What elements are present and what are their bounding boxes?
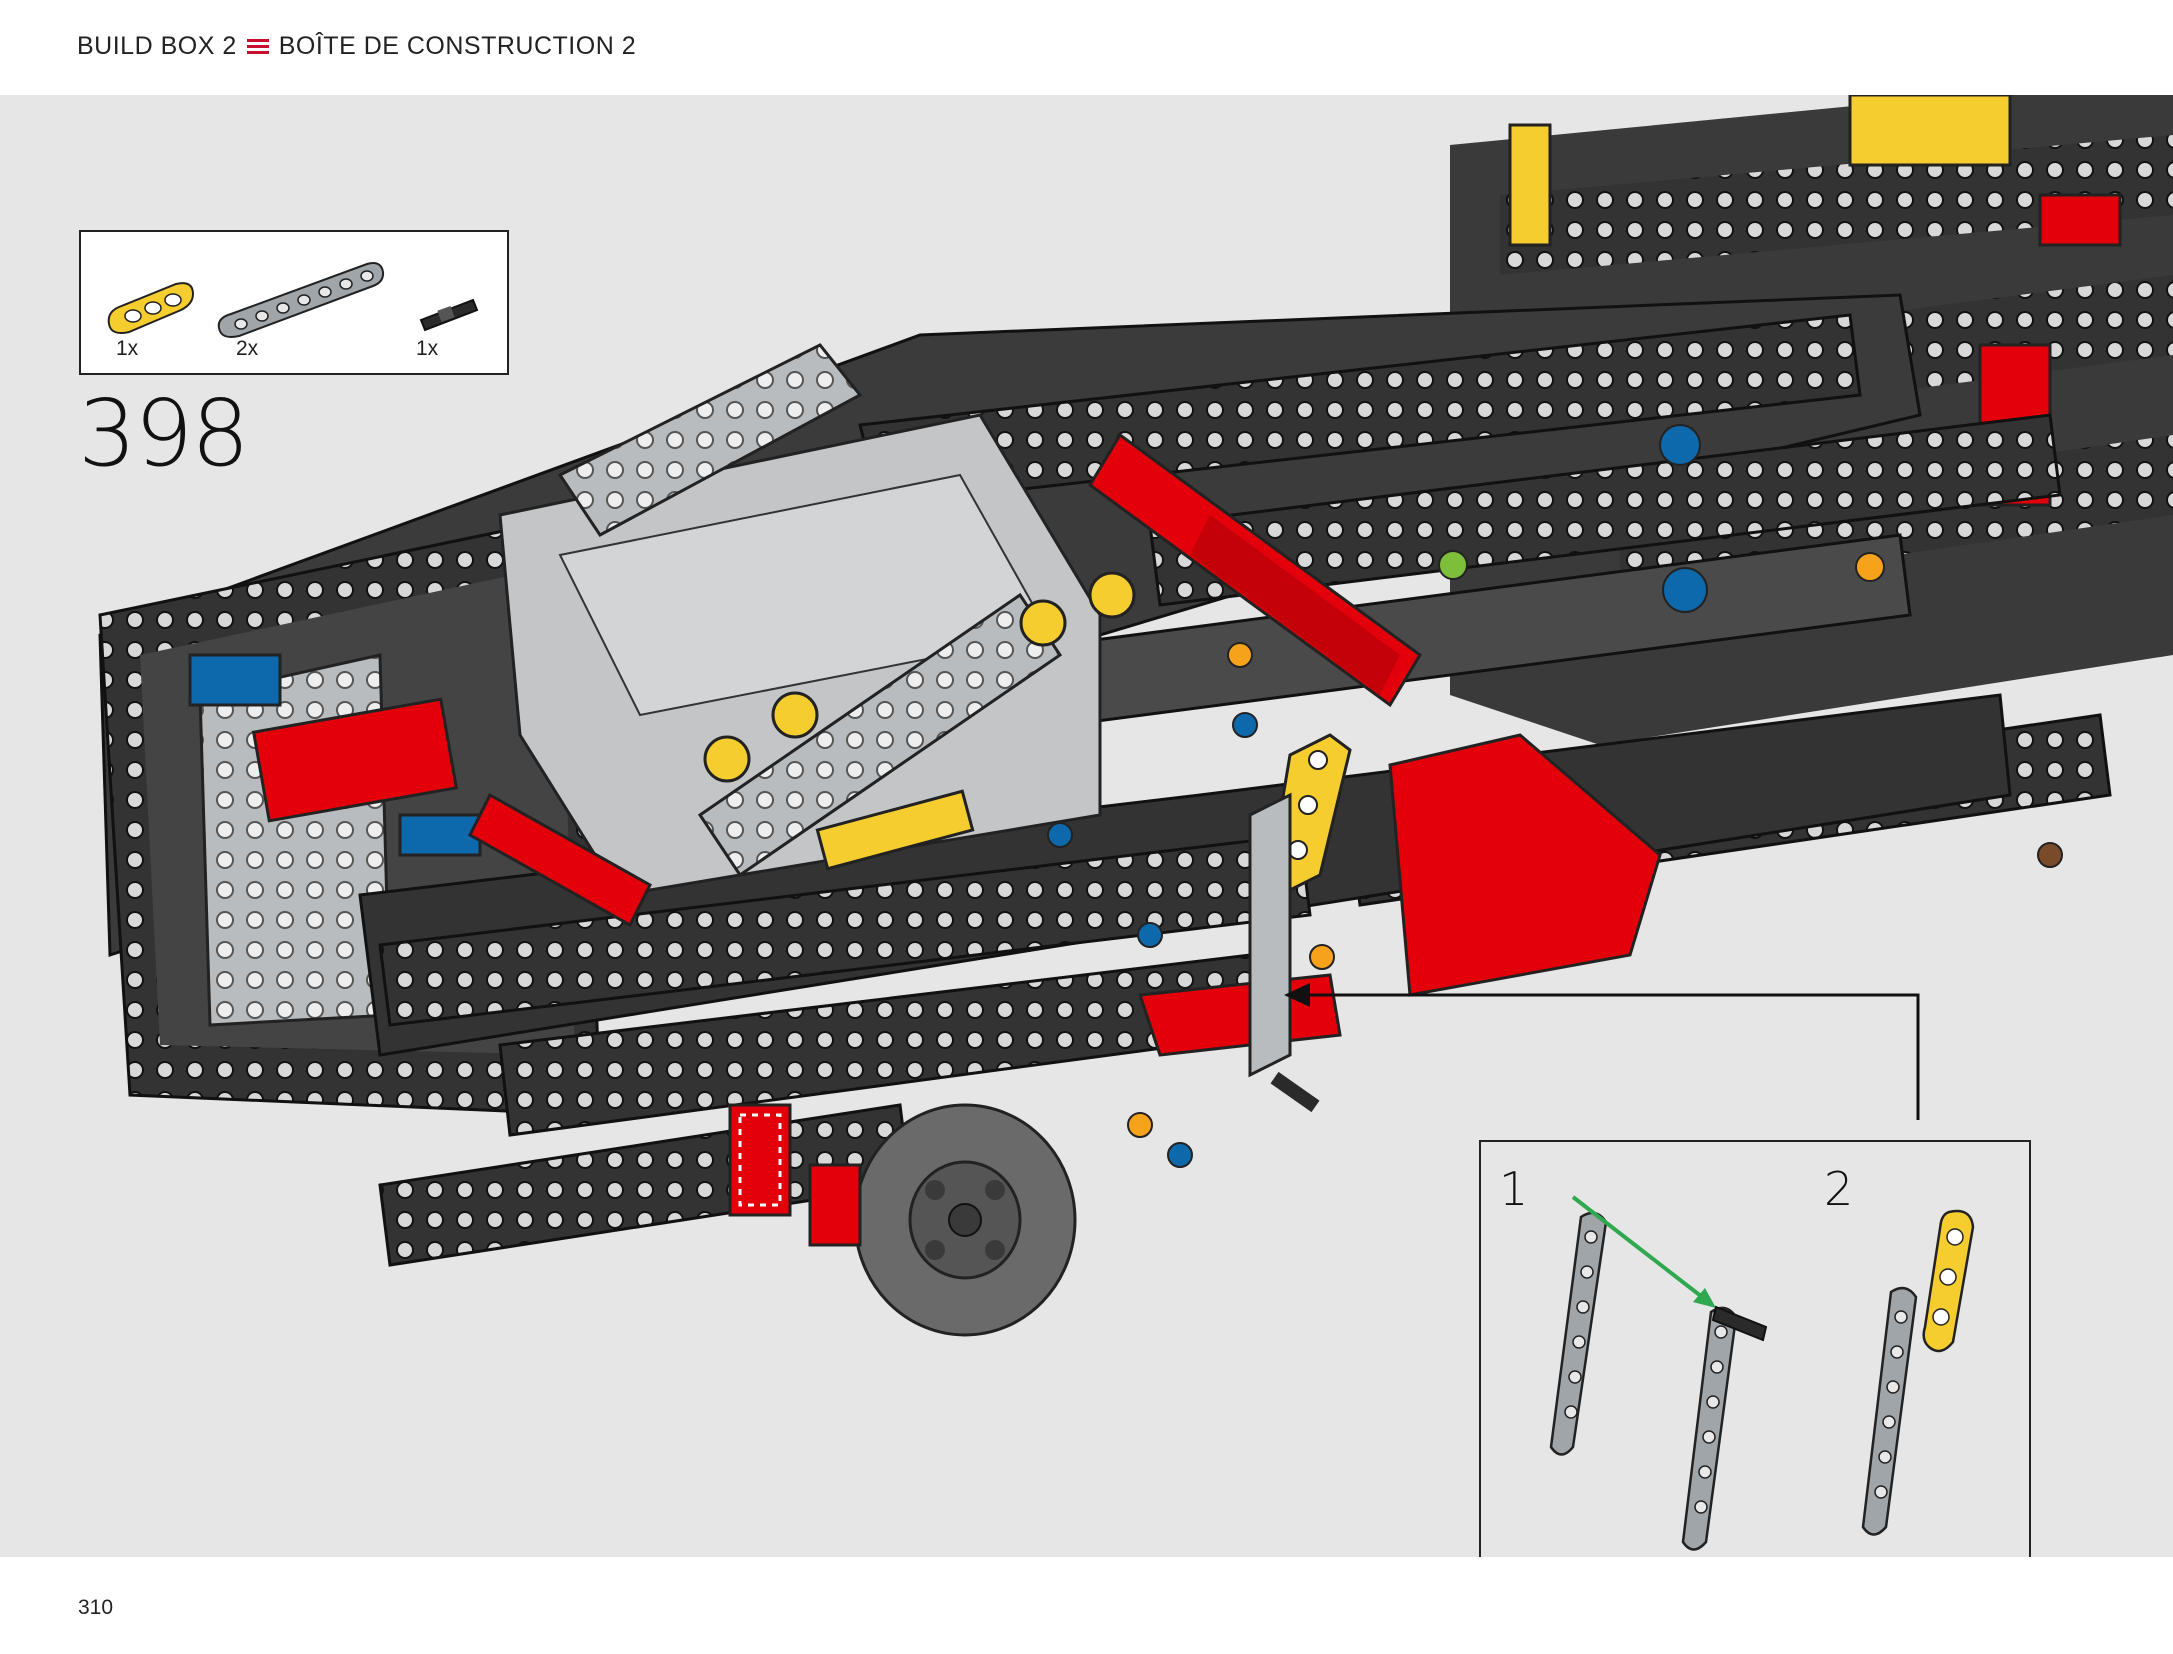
callout-illustration [1549,1195,1975,1551]
page-number: 310 [78,1596,114,1619]
parts-list-box: 1x 2x 1x [79,230,509,375]
subassembly-callout: 1 2 [1479,1140,2031,1557]
build-box-fr-label: BOÎTE DE CONSTRUCTION 2 [278,32,637,60]
substep2-assembly [1861,1209,1975,1536]
page-header: BUILD BOX 2 BOÎTE DE CONSTRUCTION 2 [0,0,2173,95]
instruction-stage: 1x 2x 1x 398 1 2 [0,95,2173,1557]
substep1-beam-a [1549,1211,1608,1456]
grey-7-hole-beam-part [217,262,385,338]
page-footer [0,1557,2173,1654]
black-axle-pin-part [419,298,479,332]
part-qty-1: 1x [116,337,139,360]
callout-pointer-arrow [1284,983,1920,1120]
header-title: BUILD BOX 2 BOÎTE DE CONSTRUCTION 2 [77,32,636,61]
part-qty-3: 1x [416,337,439,360]
parts-list-illustration [107,262,479,338]
triple-bar-icon [246,38,269,55]
step-number: 398 [78,380,250,487]
substep1-beam-b [1681,1305,1768,1551]
brake-disc [853,1103,1077,1337]
build-box-en-label: BUILD BOX 2 [77,32,237,60]
yellow-3-hole-beam-part [107,282,195,334]
part-qty-2: 2x [236,337,259,360]
